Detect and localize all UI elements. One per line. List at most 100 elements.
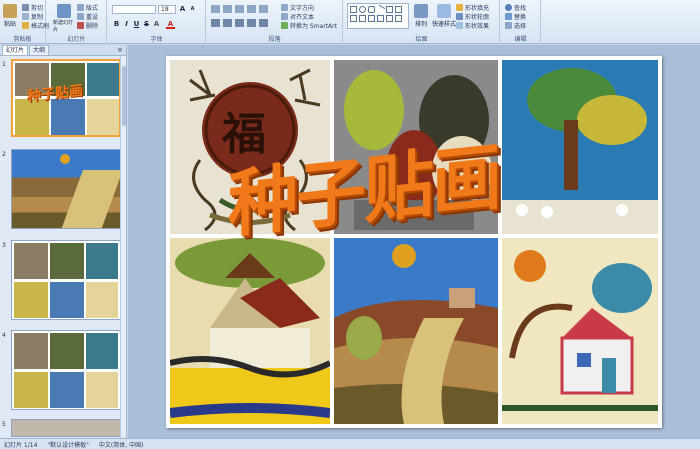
seed-art-landscape bbox=[334, 238, 498, 424]
tab-outline[interactable]: 大纲 bbox=[29, 45, 50, 55]
align-text-button[interactable]: 对齐文本 bbox=[281, 12, 314, 21]
brace-shape-icon[interactable] bbox=[350, 15, 357, 22]
underline-button[interactable]: U bbox=[132, 20, 141, 29]
align-text-icon bbox=[281, 13, 288, 20]
text-direction-icon bbox=[281, 4, 288, 11]
rounded-rect-shape-icon[interactable] bbox=[368, 6, 375, 13]
list-buttons bbox=[211, 5, 268, 13]
triangle-shape-icon[interactable] bbox=[395, 6, 402, 13]
copy-icon bbox=[22, 13, 29, 20]
shapes-gallery[interactable] bbox=[347, 3, 409, 29]
arrange-button[interactable]: 排列 bbox=[414, 4, 428, 28]
pen-icon bbox=[456, 13, 463, 20]
clipboard-group: 粘贴 剪切 复制 格式刷 剪贴板 bbox=[0, 0, 49, 44]
bullets-icon[interactable] bbox=[211, 5, 220, 13]
find-button[interactable]: 查找 bbox=[505, 3, 526, 12]
landscape-artwork bbox=[334, 244, 498, 424]
shape-outline-button[interactable]: 形状轮廓 bbox=[456, 12, 489, 21]
text-direction-button[interactable]: 文字方向 bbox=[281, 3, 314, 12]
font-size-combo[interactable]: 18 bbox=[158, 5, 176, 14]
reset-button[interactable]: 重设 bbox=[77, 12, 98, 21]
oval-shape-icon[interactable] bbox=[359, 6, 366, 13]
thumb-tile bbox=[14, 372, 48, 408]
layout-icon bbox=[77, 4, 84, 11]
smartart-button[interactable]: 转换为 SmartArt bbox=[281, 21, 337, 30]
select-button[interactable]: 选择 bbox=[505, 21, 526, 30]
justify-icon[interactable] bbox=[247, 19, 256, 27]
thumb-tile bbox=[86, 243, 118, 279]
thumbnail-scrollbar[interactable] bbox=[120, 56, 126, 438]
curve-shape-icon[interactable] bbox=[368, 15, 375, 22]
layout-button[interactable]: 版式 bbox=[77, 3, 98, 12]
columns-icon[interactable] bbox=[259, 19, 268, 27]
close-panel-icon[interactable]: × bbox=[117, 45, 123, 55]
star-shape-icon[interactable] bbox=[359, 15, 366, 22]
align-right-icon[interactable] bbox=[235, 19, 244, 27]
block-arrow-shape-icon[interactable] bbox=[386, 15, 393, 22]
thumbnail-slide-2[interactable] bbox=[11, 149, 121, 229]
thumb-tile bbox=[50, 282, 84, 318]
line-spacing-icon[interactable] bbox=[259, 5, 268, 13]
cut-button[interactable]: 剪切 bbox=[22, 3, 43, 12]
align-buttons bbox=[211, 19, 268, 27]
copy-button[interactable]: 复制 bbox=[22, 12, 43, 21]
font-group: 18 A A B I U S A A 字体 bbox=[108, 0, 206, 44]
thumb-tile bbox=[87, 99, 119, 135]
more-shapes-icon[interactable] bbox=[395, 15, 402, 22]
strikethrough-button[interactable]: S bbox=[142, 20, 151, 29]
thumb-tile bbox=[14, 243, 48, 279]
thumbnail-item[interactable]: 5 bbox=[2, 419, 122, 437]
size-down-button[interactable]: A bbox=[188, 5, 197, 14]
new-slide-button[interactable]: 新建幻灯片 bbox=[53, 4, 75, 33]
paste-button[interactable]: 粘贴 bbox=[3, 4, 17, 28]
arrow-shape-icon[interactable] bbox=[386, 6, 393, 13]
align-left-icon[interactable] bbox=[211, 19, 220, 27]
increase-indent-icon[interactable] bbox=[247, 5, 256, 13]
new-slide-icon bbox=[57, 4, 71, 18]
thumb-tile bbox=[86, 333, 118, 369]
font-name-combo[interactable] bbox=[112, 5, 156, 14]
language-indicator[interactable]: 中文(简体, 中国) bbox=[99, 440, 144, 449]
quick-styles-button[interactable]: 快速样式 bbox=[432, 4, 456, 28]
line-shape-icon[interactable] bbox=[375, 4, 386, 15]
slide-canvas[interactable]: 福 种子贴画 bbox=[166, 56, 662, 428]
thumb-tile bbox=[86, 372, 118, 408]
numbering-icon[interactable] bbox=[223, 5, 232, 13]
thumb-tile bbox=[50, 333, 84, 369]
format-painter-button[interactable]: 格式刷 bbox=[22, 21, 49, 30]
paste-icon bbox=[3, 4, 17, 18]
thumbnail-item[interactable]: 2 bbox=[2, 149, 122, 229]
rectangle-shape-icon[interactable] bbox=[350, 6, 357, 13]
shape-fill-button[interactable]: 形状填充 bbox=[456, 3, 489, 12]
align-center-icon[interactable] bbox=[223, 19, 232, 27]
drawing-group-title: 绘图 bbox=[415, 36, 428, 43]
thumbnail-slide-3[interactable] bbox=[11, 240, 121, 320]
replace-icon bbox=[505, 13, 512, 20]
thumbnail-number: 4 bbox=[2, 332, 6, 339]
shape-effects-button[interactable]: 形状效果 bbox=[456, 21, 489, 30]
scroll-handle[interactable] bbox=[122, 66, 126, 126]
thumbnail-item[interactable]: 1 种子贴画 bbox=[2, 59, 122, 137]
thumbnail-item[interactable]: 4 bbox=[2, 330, 122, 410]
thumbnail-item[interactable]: 3 bbox=[2, 240, 122, 320]
replace-button[interactable]: 替换 bbox=[505, 12, 526, 21]
thumbnail-slide-4[interactable] bbox=[11, 330, 121, 410]
slides-group: 新建幻灯片 版式 重设 删除 幻灯片 bbox=[47, 0, 107, 44]
find-icon bbox=[505, 4, 512, 11]
slides-group-title: 幻灯片 bbox=[67, 36, 86, 43]
thumbnail-slide-1[interactable]: 种子贴画 bbox=[11, 59, 121, 137]
italic-button[interactable]: I bbox=[122, 20, 131, 29]
bold-button[interactable]: B bbox=[112, 20, 121, 29]
slide-editor: 福 种子贴画 bbox=[128, 45, 700, 438]
delete-slide-button[interactable]: 删除 bbox=[77, 21, 98, 30]
font-color-button[interactable]: A bbox=[166, 20, 175, 29]
thumbnail-slide-5[interactable] bbox=[11, 419, 121, 437]
size-up-button[interactable]: A bbox=[178, 5, 187, 14]
font-group-title: 字体 bbox=[150, 36, 163, 43]
cottage-artwork bbox=[502, 250, 658, 411]
brush-icon bbox=[22, 22, 29, 29]
decrease-indent-icon[interactable] bbox=[235, 5, 244, 13]
shadow-button[interactable]: A bbox=[152, 20, 161, 29]
callout-shape-icon[interactable] bbox=[377, 15, 384, 22]
tab-slides[interactable]: 幻灯片 bbox=[2, 45, 29, 55]
